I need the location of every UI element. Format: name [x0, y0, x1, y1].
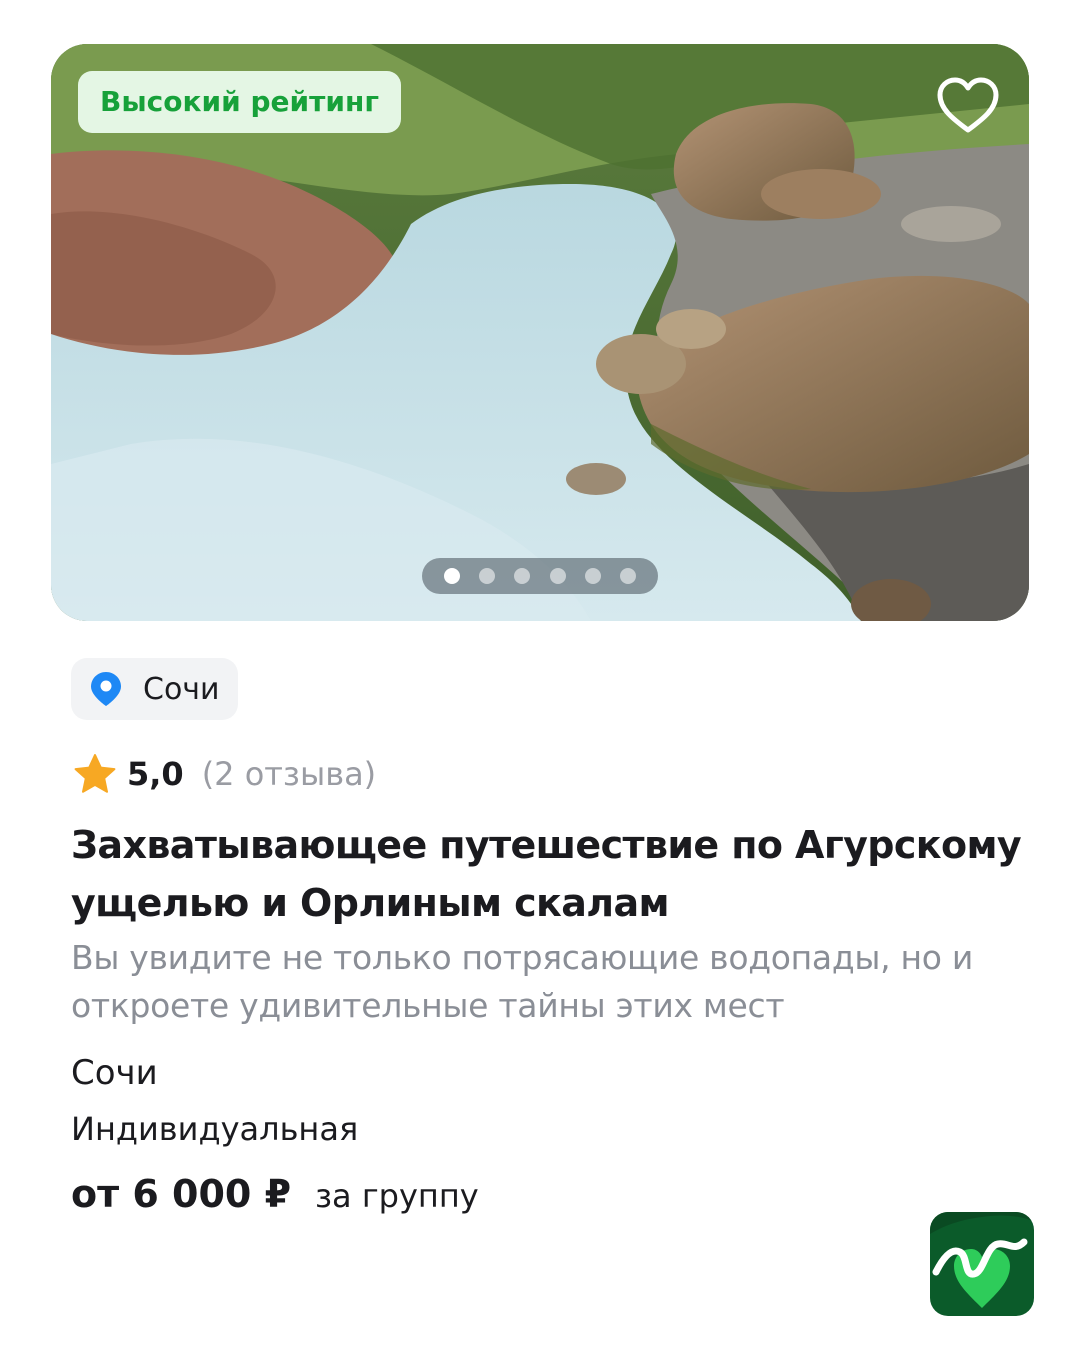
heart-outline-icon[interactable] [935, 76, 1001, 136]
tour-photo-carousel[interactable]: Высокий рейтинг [51, 44, 1029, 621]
carousel-dot[interactable] [549, 568, 566, 584]
reviews-count[interactable]: (2 отзыва) [202, 755, 376, 793]
price-unit: за группу [315, 1177, 479, 1215]
location-chip-label: Сочи [143, 671, 220, 707]
app-logo-icon [930, 1212, 1034, 1316]
carousel-indicator [422, 558, 658, 594]
price-amount: от 6 000 ₽ [71, 1172, 292, 1216]
price-row: от 6 000 ₽ за группу [71, 1172, 479, 1216]
tour-city: Сочи [71, 1053, 158, 1093]
carousel-dot[interactable] [479, 568, 496, 584]
location-chip[interactable]: Сочи [71, 658, 238, 720]
high-rating-badge: Высокий рейтинг [78, 71, 401, 133]
excursion-card[interactable]: Высокий рейтинг Сочи 5,0 (2 отзыва) Захв… [0, 0, 1080, 1350]
rating-score: 5,0 [127, 755, 184, 793]
app-logo-graphic [930, 1212, 1034, 1308]
tour-format: Индивидуальная [71, 1110, 359, 1148]
map-pin-icon [91, 672, 121, 706]
rating-row[interactable]: 5,0 (2 отзыва) [73, 750, 376, 798]
carousel-dot[interactable] [514, 568, 531, 584]
star-icon [74, 754, 116, 793]
tour-title[interactable]: Захватывающее путешествие по Агурскому у… [71, 816, 1031, 932]
tour-description: Вы увидите не только потрясающие водопад… [71, 938, 973, 1025]
carousel-dot[interactable] [619, 568, 636, 584]
carousel-dot[interactable] [444, 568, 460, 584]
carousel-dot[interactable] [584, 568, 601, 584]
